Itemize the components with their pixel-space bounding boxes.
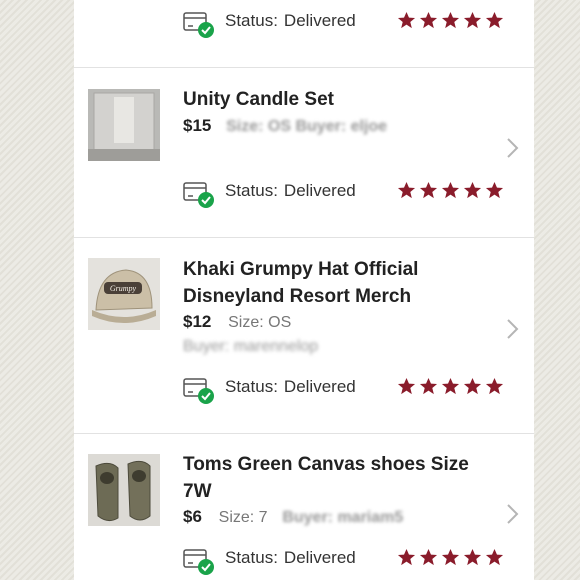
star-icon: [419, 548, 438, 566]
svg-text:Grumpy: Grumpy: [110, 284, 137, 293]
status-row: Status: Delivered: [182, 8, 512, 38]
grumpy-hat-thumbnail: Grumpy: [88, 258, 160, 330]
listing-title: Toms Green Canvas shoes Size 7W: [183, 454, 469, 502]
listing-price: $12 Size: OS: [183, 312, 292, 331]
listing-price: $6 Size: 7 Buyer: mariam5: [183, 507, 404, 526]
listing-buyer: Buyer: marennelop: [183, 338, 319, 355]
status-row: Status: Delivered: [182, 374, 512, 404]
star-icon: [419, 181, 438, 199]
status-row: Status: Delivered: [182, 545, 512, 575]
chevron-right-icon[interactable]: [504, 318, 520, 340]
star-icon: [397, 377, 416, 395]
status-text: Status: Delivered: [225, 11, 356, 30]
delivered-box-icon: [183, 549, 214, 575]
delivered-box-icon: [183, 182, 214, 208]
rating-stars: [397, 11, 504, 30]
listing-title: Unity Candle Set: [183, 89, 334, 110]
rating-stars: [397, 377, 504, 396]
background-right: [534, 0, 580, 580]
star-icon: [441, 181, 460, 199]
star-icon: [463, 548, 482, 566]
star-icon: [441, 11, 460, 29]
divider: [74, 433, 534, 434]
star-icon: [397, 548, 416, 566]
star-icon: [485, 548, 504, 566]
status-text: Status: Delivered: [225, 548, 356, 567]
divider: [74, 67, 534, 68]
star-icon: [441, 548, 460, 566]
toms-shoes-thumbnail: [88, 454, 160, 526]
listing-meta: Size: OS Buyer: eljoe: [226, 118, 388, 135]
listing-price: $15 Size: OS Buyer: eljoe: [183, 116, 388, 135]
chevron-right-icon[interactable]: [504, 137, 520, 159]
divider: [74, 237, 534, 238]
rating-stars: [397, 548, 504, 567]
status-text: Status: Delivered: [225, 377, 356, 396]
star-icon: [463, 377, 482, 395]
star-icon: [419, 11, 438, 29]
delivered-box-icon: [183, 12, 214, 38]
star-icon: [397, 181, 416, 199]
listing-buyer: Buyer: mariam5: [282, 509, 404, 526]
star-icon: [419, 377, 438, 395]
star-icon: [441, 377, 460, 395]
star-icon: [485, 181, 504, 199]
listing-size: Size: OS: [228, 314, 292, 331]
star-icon: [463, 181, 482, 199]
listing-title: Khaki Grumpy Hat Official Disneyland Reso…: [183, 259, 419, 307]
status-row: Status: Delivered: [182, 178, 512, 208]
star-icon: [397, 11, 416, 29]
star-icon: [485, 377, 504, 395]
sold-listings-panel: Status: Delivered Unity Candle Set $15 Si…: [74, 0, 534, 580]
star-icon: [463, 11, 482, 29]
star-icon: [485, 11, 504, 29]
listing-size: Size: 7: [218, 509, 268, 526]
chevron-right-icon[interactable]: [504, 503, 520, 525]
candle-set-thumbnail: [88, 89, 160, 161]
background-left: [0, 0, 74, 580]
status-text: Status: Delivered: [225, 181, 356, 200]
delivered-box-icon: [183, 378, 214, 404]
rating-stars: [397, 181, 504, 200]
